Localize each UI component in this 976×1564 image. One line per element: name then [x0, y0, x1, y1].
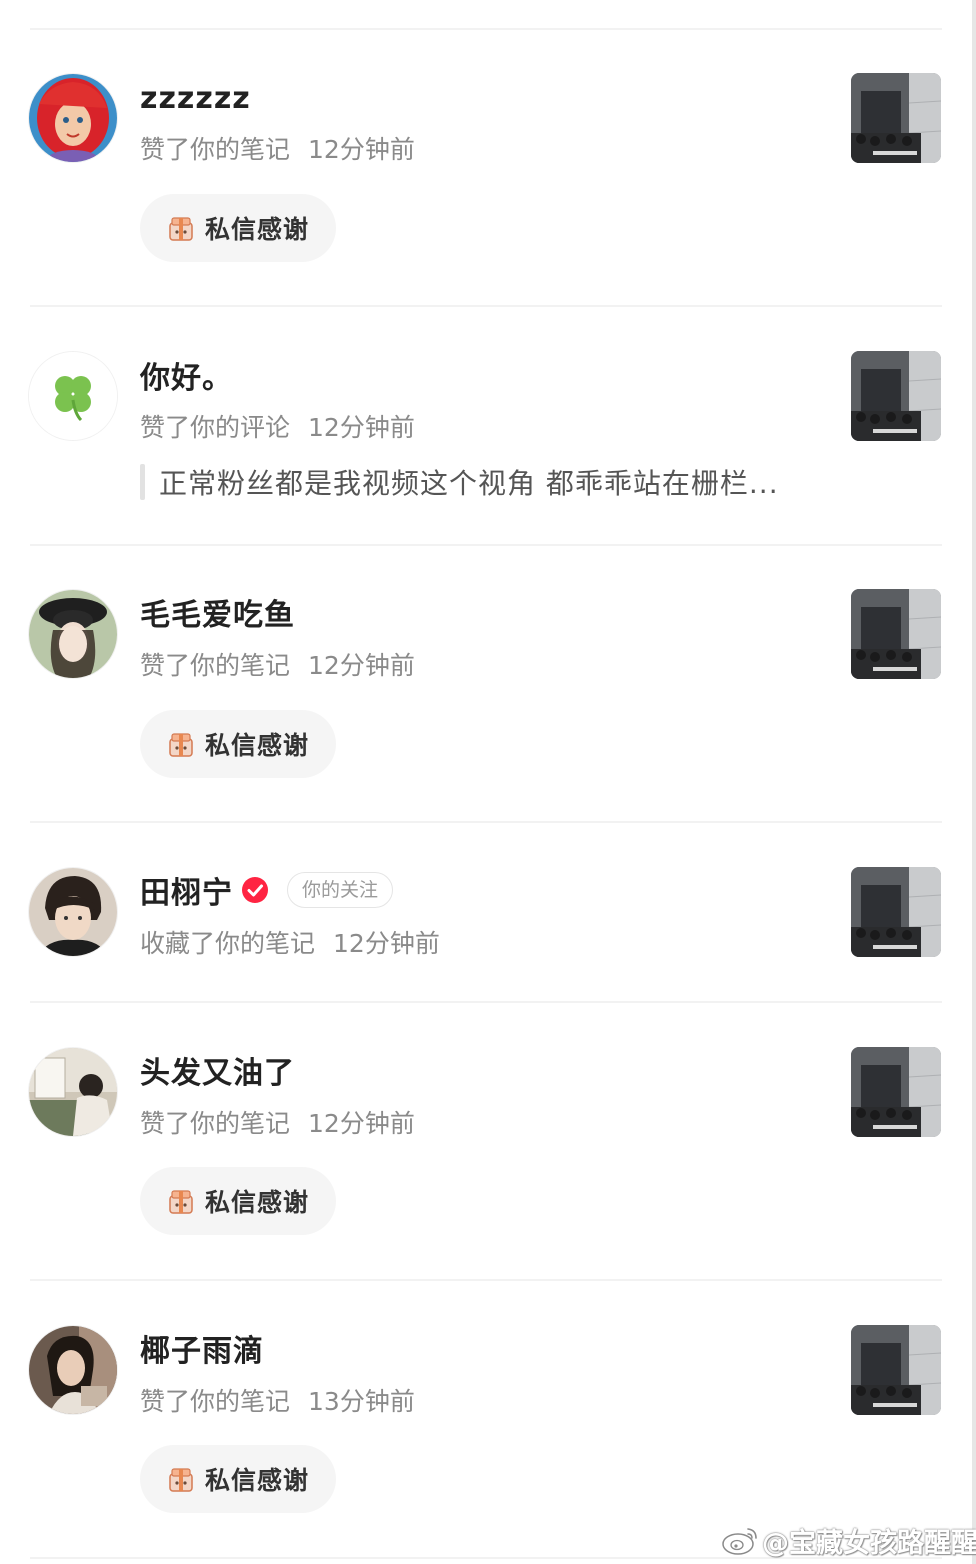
timestamp: 13分钟前 [308, 1387, 415, 1416]
user-name[interactable]: 毛毛爱吃鱼 [140, 590, 295, 634]
thank-button-label: 私信感谢 [204, 731, 309, 760]
video-thumbnail-image [851, 351, 941, 441]
timestamp: 12分钟前 [308, 651, 415, 680]
clover-avatar-icon [29, 352, 117, 440]
watermark-text: @宝藏女孩路醒醒 [762, 1527, 976, 1559]
thank-button[interactable]: 私信感谢 [140, 194, 336, 262]
note-thumbnail[interactable] [851, 351, 941, 441]
drawing-avatar-icon [29, 1048, 117, 1136]
thank-button-label: 私信感谢 [204, 1466, 309, 1495]
timestamp: 12分钟前 [308, 1109, 415, 1138]
action-text: 收藏了你的笔记 [140, 929, 316, 958]
gift-icon [169, 733, 193, 757]
girl-avatar-icon [29, 1326, 117, 1414]
watermark: @宝藏女孩路醒醒 [720, 1520, 976, 1560]
action-text: 赞了你的笔记 [140, 651, 291, 680]
video-thumbnail-image [851, 73, 941, 163]
quote-bar [140, 464, 145, 500]
note-thumbnail[interactable] [851, 1047, 941, 1137]
avatar[interactable] [29, 1326, 117, 1414]
thank-button[interactable]: 私信感谢 [140, 1445, 336, 1513]
user-name[interactable]: 椰子雨滴 [140, 1326, 264, 1370]
timestamp: 12分钟前 [308, 413, 415, 442]
video-thumbnail-image [851, 1325, 941, 1415]
video-thumbnail-image [851, 1047, 941, 1137]
note-thumbnail[interactable] [851, 73, 941, 163]
note-thumbnail[interactable] [851, 867, 941, 957]
thank-button[interactable]: 私信感谢 [140, 1167, 336, 1235]
timestamp: 12分钟前 [333, 929, 440, 958]
person-avatar-icon [29, 868, 117, 956]
avatar[interactable] [29, 74, 117, 162]
thank-button-label: 私信感谢 [204, 1188, 309, 1217]
notification-item[interactable]: 田栩宁 你的关注 收藏了你的笔记 12分钟前 [0, 821, 976, 1001]
notification-item[interactable]: 你好。 赞了你的评论 12分钟前 正常粉丝都是我视频这个视角 都乖乖站在栅栏..… [0, 305, 976, 544]
follow-status-badge: 你的关注 [287, 872, 394, 908]
notification-item[interactable]: zzzzzz 赞了你的笔记 12分钟前 私信感谢 [0, 0, 976, 305]
thank-button-label: 私信感谢 [204, 215, 309, 244]
video-thumbnail-image [851, 867, 941, 957]
user-name[interactable]: zzzzzz [140, 81, 251, 116]
avatar[interactable] [29, 590, 117, 678]
notification-item[interactable]: 椰子雨滴 赞了你的笔记 13分钟前 私信感谢 [0, 1279, 976, 1557]
verified-badge-icon [242, 877, 268, 903]
action-text: 赞了你的笔记 [140, 135, 291, 164]
user-name[interactable]: 你好。 [140, 353, 233, 397]
avatar[interactable] [29, 352, 117, 440]
video-thumbnail-image [851, 589, 941, 679]
weibo-icon [722, 1528, 757, 1555]
timestamp: 12分钟前 [308, 135, 415, 164]
gift-icon [169, 217, 193, 241]
action-text: 赞了你的评论 [140, 413, 291, 442]
user-name[interactable]: 田栩宁 [140, 868, 233, 912]
gift-icon [169, 1190, 193, 1214]
mermaid-avatar-icon [29, 74, 117, 162]
action-text: 赞了你的笔记 [140, 1387, 291, 1416]
avatar[interactable] [29, 868, 117, 956]
action-text: 赞了你的笔记 [140, 1109, 291, 1138]
note-thumbnail[interactable] [851, 1325, 941, 1415]
gift-icon [169, 1468, 193, 1492]
notification-item[interactable]: 毛毛爱吃鱼 赞了你的笔记 12分钟前 私信感谢 [0, 544, 976, 821]
comment-text: 正常粉丝都是我视频这个视角 都乖乖站在栅栏... [159, 467, 779, 500]
notification-item[interactable]: 头发又油了 赞了你的笔记 12分钟前 私信感谢 [0, 1001, 976, 1279]
comment-quote[interactable]: 正常粉丝都是我视频这个视角 都乖乖站在栅栏... [140, 461, 779, 503]
thank-button[interactable]: 私信感谢 [140, 710, 336, 778]
user-name[interactable]: 头发又油了 [140, 1048, 295, 1092]
girl-hat-avatar-icon [29, 590, 117, 678]
avatar[interactable] [29, 1048, 117, 1136]
note-thumbnail[interactable] [851, 589, 941, 679]
